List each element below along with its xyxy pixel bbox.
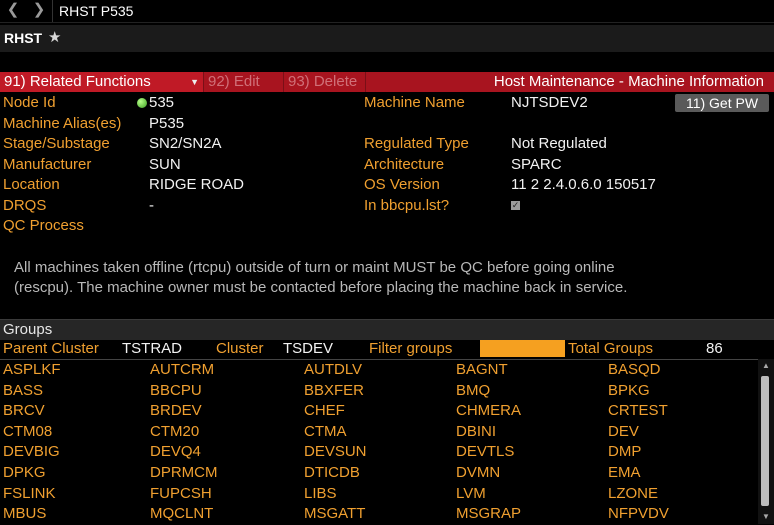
scroll-down-icon[interactable]: ▼ — [758, 511, 774, 523]
command-input[interactable]: RHST P535 — [52, 0, 774, 22]
status-online-icon — [137, 98, 147, 108]
machine-name-label: Machine Name — [364, 94, 465, 111]
group-item[interactable]: DMP — [608, 442, 641, 462]
bbcpu-checkbox[interactable]: ✓ — [511, 201, 520, 210]
group-item[interactable]: CTM20 — [150, 422, 199, 442]
caret-down-icon: ▼ — [190, 77, 199, 87]
cluster-value: TSDEV — [283, 340, 334, 357]
group-item[interactable]: BASS — [3, 381, 43, 401]
group-item[interactable]: BBCPU — [150, 381, 202, 401]
group-item[interactable]: AUTCRM — [150, 360, 214, 380]
group-item[interactable]: DVMN — [456, 463, 500, 483]
page-title: RHST — [4, 30, 43, 46]
group-item[interactable]: DEVTLS — [456, 442, 514, 462]
screen-title: Host Maintenance - Machine Information — [493, 73, 764, 90]
drqs-value: - — [149, 197, 154, 214]
group-item[interactable]: MBUS — [3, 504, 46, 524]
group-item[interactable]: FUPCSH — [150, 484, 212, 504]
group-item[interactable]: MQCLNT — [150, 504, 213, 524]
machine-alias-value: P535 — [149, 115, 185, 132]
group-item[interactable]: BBXFER — [304, 381, 364, 401]
bbcpu-label: In bbcpu.lst? — [364, 197, 450, 214]
group-item[interactable]: DPKG — [3, 463, 46, 483]
group-item[interactable]: BRDEV — [150, 401, 202, 421]
check-icon: ✓ — [511, 200, 520, 210]
group-item[interactable]: LIBS — [304, 484, 337, 504]
architecture-value: SPARC — [511, 156, 562, 173]
machine-alias-label: Machine Alias(es) — [3, 115, 122, 132]
forward-button[interactable]: ❯ — [26, 0, 52, 22]
filter-groups-input[interactable] — [480, 340, 565, 357]
group-item[interactable]: DEVQ4 — [150, 442, 201, 462]
group-item[interactable]: LZONE — [608, 484, 658, 504]
qc-process-label: QC Process — [3, 217, 84, 234]
filter-groups-label: Filter groups — [369, 340, 453, 357]
group-item[interactable]: CHMERA — [456, 401, 521, 421]
group-item[interactable]: CTMA — [304, 422, 347, 442]
group-item[interactable]: BPKG — [608, 381, 650, 401]
node-id-value: 535 — [149, 94, 175, 111]
offline-notice: All machines taken offline (rtcpu) outsi… — [14, 258, 754, 298]
related-functions-label: 91) Related Functions — [4, 73, 151, 90]
regulated-type-value: Not Regulated — [511, 135, 607, 152]
group-item[interactable]: MSGATT — [304, 504, 365, 524]
location-label: Location — [3, 176, 60, 193]
group-item[interactable]: CHEF — [304, 401, 345, 421]
chevron-right-icon: ❯ — [32, 1, 46, 18]
scrollbar-thumb[interactable] — [761, 376, 769, 506]
parent-cluster-value: TSTRAD — [122, 340, 182, 357]
location-value: RIDGE ROAD — [149, 176, 245, 193]
star-icon[interactable]: ★ — [48, 28, 61, 46]
group-item[interactable]: DEVSUN — [304, 442, 367, 462]
notice-line-2: (rescpu). The machine owner must be cont… — [14, 279, 628, 296]
stage-label: Stage/Substage — [3, 135, 110, 152]
group-item[interactable]: DEV — [608, 422, 639, 442]
cluster-label: Cluster — [216, 340, 264, 357]
notice-line-1: All machines taken offline (rtcpu) outsi… — [14, 259, 615, 276]
group-item[interactable]: BMQ — [456, 381, 490, 401]
total-groups-value: 86 — [706, 340, 723, 357]
group-item[interactable]: MSGRAP — [456, 504, 521, 524]
scroll-up-icon[interactable]: ▲ — [758, 360, 774, 372]
group-item[interactable]: FSLINK — [3, 484, 56, 504]
os-version-label: OS Version — [364, 176, 440, 193]
group-item[interactable]: CRTEST — [608, 401, 668, 421]
group-item[interactable]: DEVBIG — [3, 442, 60, 462]
group-item[interactable]: AUTDLV — [304, 360, 362, 380]
group-item[interactable]: ASPLKF — [3, 360, 61, 380]
group-item[interactable]: DTICDB — [304, 463, 360, 483]
back-button[interactable]: ❮ — [0, 0, 26, 22]
machine-name-value: NJTSDEV2 — [511, 94, 588, 111]
chevron-left-icon: ❮ — [6, 1, 20, 18]
stage-value: SN2/SN2A — [149, 135, 222, 152]
os-version-value: 11 2 2.4.0.6.0 150517 — [511, 176, 656, 193]
groups-section-header — [0, 319, 774, 340]
parent-cluster-label: Parent Cluster — [3, 340, 99, 357]
group-item[interactable]: DBINI — [456, 422, 496, 442]
group-item[interactable]: BAGNT — [456, 360, 508, 380]
edit-button[interactable]: 92) Edit — [204, 72, 284, 92]
group-item[interactable]: DPRMCM — [150, 463, 218, 483]
group-item[interactable]: EMA — [608, 463, 641, 483]
group-item[interactable]: LVM — [456, 484, 486, 504]
get-pw-button[interactable]: 11) Get PW — [675, 94, 769, 112]
node-id-label: Node Id — [3, 94, 56, 111]
regulated-type-label: Regulated Type — [364, 135, 469, 152]
group-item[interactable]: CTM08 — [3, 422, 52, 442]
architecture-label: Architecture — [364, 156, 445, 173]
total-groups-label: Total Groups — [568, 340, 654, 357]
group-item[interactable]: BRCV — [3, 401, 45, 421]
manufacturer-value: SUN — [149, 156, 181, 173]
group-item[interactable]: NFPVDV — [608, 504, 669, 524]
delete-button[interactable]: 93) Delete — [284, 72, 366, 92]
title-bar — [0, 25, 774, 52]
drqs-label: DRQS — [3, 197, 47, 214]
group-item[interactable]: BASQD — [608, 360, 661, 380]
manufacturer-label: Manufacturer — [3, 156, 92, 173]
related-functions-menu[interactable]: 91) Related Functions ▼ — [0, 72, 204, 92]
groups-title: Groups — [3, 321, 53, 338]
